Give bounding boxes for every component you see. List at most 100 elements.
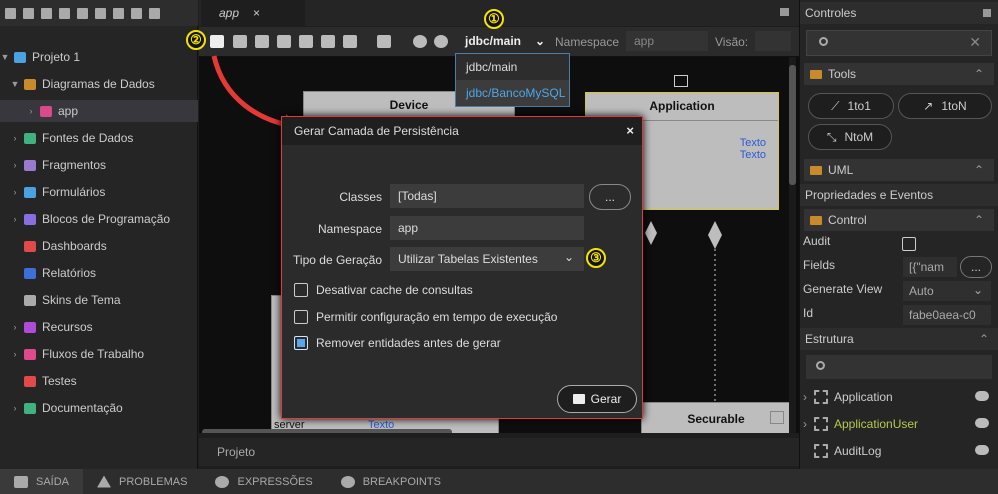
checkbox[interactable] [294,283,308,297]
checkbox[interactable] [294,336,308,350]
tab-projeto[interactable]: Projeto [217,445,255,459]
control-group[interactable]: Control ⌃ [804,209,994,231]
html5-icon[interactable] [113,7,124,19]
generate-view-select[interactable]: Auto ⌄ [903,281,991,301]
chevron-down-icon[interactable]: ▼ [10,79,20,89]
collapse-icon[interactable]: ⌃ [974,213,984,227]
structure-item-application[interactable]: › Application [800,384,998,410]
tab-app[interactable]: app × [201,0,305,26]
status-saida[interactable]: SAÍDA [0,469,84,494]
chevron-right-icon[interactable]: › [10,403,20,413]
chevron-right-icon[interactable]: › [10,187,20,197]
namespace-input[interactable]: app [626,31,708,51]
image-icon[interactable] [149,7,160,19]
cloud-download-icon[interactable] [975,445,989,455]
uml-group[interactable]: UML ⌃ [804,159,994,181]
refresh-icon[interactable] [277,35,291,48]
visao-input[interactable] [755,31,791,51]
align-icon[interactable] [321,35,335,48]
mobile-icon[interactable] [95,7,106,19]
layout-icon[interactable] [41,7,52,19]
stack-icon[interactable] [299,35,313,48]
tree-item-skins[interactable]: Skins de Tema [0,289,198,311]
browse-classes-button[interactable]: ... [589,184,631,210]
option-disable-cache[interactable]: Desativar cache de consultas [294,283,473,297]
fields-edit-button[interactable]: ... [960,256,992,278]
close-icon[interactable]: × [253,6,260,20]
chevron-right-icon[interactable]: › [10,133,20,143]
code-icon[interactable] [5,7,16,19]
scrollbar-thumb[interactable] [789,65,796,185]
classes-field[interactable]: [Todas] [390,184,584,208]
chevron-right-icon[interactable]: › [800,390,810,404]
id-value[interactable]: fabe0aea-c0 [903,305,991,325]
lock-icon[interactable] [377,35,391,48]
checkbox[interactable] [294,310,308,324]
chevron-right-icon[interactable]: › [10,160,20,170]
branch-option[interactable]: jdbc/main [456,54,569,80]
export-icon[interactable] [343,35,357,48]
status-problemas[interactable]: PROBLEMAS [83,469,201,494]
option-runtime-config[interactable]: Permitir configuração em tempo de execuç… [294,310,557,324]
tree-item-projeto[interactable]: ▼ Projeto 1 [0,46,198,68]
chevron-right-icon[interactable]: › [10,214,20,224]
namespace-field[interactable]: app [390,216,584,240]
branch-option[interactable]: jdbc/BancoMySQL [456,80,569,106]
tools-group[interactable]: Tools ⌃ [804,63,994,85]
status-breakpoints[interactable]: BREAKPOINTS [327,469,455,494]
tree-item-app[interactable]: › app [0,100,198,122]
vertical-scrollbar[interactable] [789,57,796,433]
chevron-right-icon[interactable]: › [26,106,36,116]
option-remove-entities[interactable]: Remover entidades antes de gerar [294,336,501,350]
tree-item-relatorios[interactable]: Relatórios [0,262,198,284]
tree-item-recursos[interactable]: › Recursos [0,316,198,338]
tree-item-fragmentos[interactable]: › Fragmentos [0,154,198,176]
file-icon[interactable] [23,7,34,19]
hierarchy-icon[interactable] [77,7,88,19]
tool-1to1[interactable]: ⟋ 1to1 [808,93,894,119]
collapse-icon[interactable]: ⌃ [974,163,984,177]
folder-icon[interactable] [233,35,247,48]
tree-item-fontes[interactable]: › Fontes de Dados [0,127,198,149]
controls-search-input[interactable]: ✕ [806,30,992,56]
tree-item-formularios[interactable]: › Formulários [0,181,198,203]
clear-icon[interactable]: ✕ [969,34,981,51]
maximize-icon[interactable] [780,8,789,16]
collapse-icon[interactable]: ⌃ [979,332,989,346]
layers-icon [572,394,585,404]
tipo-geracao-select[interactable]: Utilizar Tabelas Existentes ⌄ [390,247,584,271]
add-icon[interactable] [674,75,688,87]
branch-select[interactable]: jdbc/main ⌄ [455,29,548,53]
chevron-down-icon[interactable]: ▼ [0,52,10,62]
cloud-download-icon[interactable] [975,391,989,401]
tree-item-diagramas[interactable]: ▼ Diagramas de Dados [0,73,198,95]
structure-item-auditlog[interactable]: AuditLog [800,438,998,464]
fields-value[interactable]: [{"nam [903,257,957,277]
horizontal-scrollbar[interactable] [202,429,452,433]
structure-item-applicationuser[interactable]: › ApplicationUser [800,411,998,437]
gerar-button[interactable]: Gerar [557,385,637,413]
close-icon[interactable]: × [626,123,634,138]
chevron-right-icon[interactable]: › [800,417,810,431]
chevron-right-icon[interactable]: › [10,349,20,359]
zoom-out-icon[interactable] [413,35,427,48]
audit-checkbox[interactable] [902,237,916,251]
tree-item-testes[interactable]: Testes [0,370,198,392]
tool-NtoM[interactable]: ⤡ NtoM [808,124,892,150]
collapse-icon[interactable]: ⌃ [974,67,984,81]
grid-icon[interactable] [59,7,70,19]
tool-1toN[interactable]: ↗ 1toN [898,93,992,119]
tree-item-dashboards[interactable]: Dashboards [0,235,198,257]
status-expressoes[interactable]: EXPRESSÕES [201,469,326,494]
zoom-in-icon[interactable] [434,35,448,48]
cloud-download-icon[interactable] [975,418,989,428]
tree-item-fluxos[interactable]: › Fluxos de Trabalho [0,343,198,365]
chevron-right-icon[interactable]: › [10,322,20,332]
css3-icon[interactable] [131,7,142,19]
tree-item-documentacao[interactable]: › Documentação [0,397,198,419]
layers-icon[interactable] [210,35,224,48]
tree-item-blocos[interactable]: › Blocos de Programação [0,208,198,230]
maximize-icon[interactable] [983,9,991,17]
settings-icon[interactable] [255,35,269,48]
structure-search-input[interactable] [806,355,992,379]
